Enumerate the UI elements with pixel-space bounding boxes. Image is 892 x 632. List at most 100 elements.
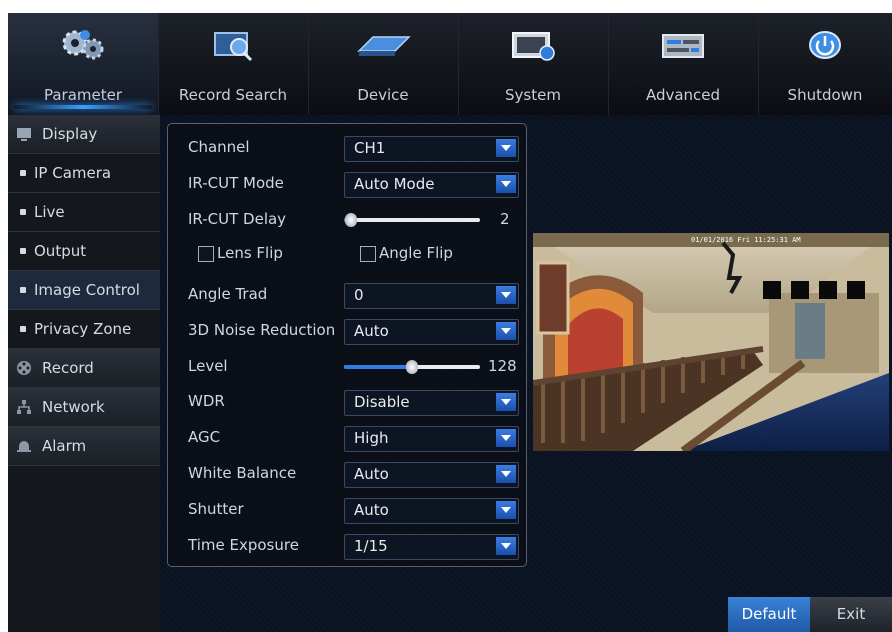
- sidebar-item-output[interactable]: Output: [8, 232, 160, 271]
- sidebar-item-label: Display: [42, 125, 98, 143]
- monitor-icon: [17, 128, 31, 141]
- chevron-down-icon: [496, 393, 516, 411]
- ircut-mode-value: Auto Mode: [354, 175, 435, 193]
- sidebar-item-label: Output: [34, 242, 87, 260]
- active-tab-indicator: [14, 105, 152, 109]
- sidebar-item-privacy-zone[interactable]: Privacy Zone: [8, 310, 160, 349]
- sidebar-item-label: Network: [42, 398, 105, 416]
- power-icon: [809, 31, 841, 59]
- angle-trad-value: 0: [354, 286, 364, 304]
- chevron-down-icon: [496, 322, 516, 340]
- film-reel-icon: [17, 361, 31, 375]
- shutter-value: Auto: [354, 501, 389, 519]
- agc-select[interactable]: High: [344, 426, 519, 452]
- sidebar: Display IP Camera Live Output Image Cont…: [8, 115, 160, 632]
- main-content: Channel CH1 IR-CUT Mode Auto Mode IR-CUT…: [160, 115, 892, 632]
- white-balance-value: Auto: [354, 465, 389, 483]
- network-icon: [17, 400, 31, 414]
- gears-icon: [62, 30, 104, 60]
- angle-flip-label: Angle Flip: [379, 244, 453, 262]
- bullet-icon: [20, 287, 26, 293]
- channel-label: Channel: [188, 138, 250, 156]
- ircut-delay-slider[interactable]: [344, 213, 480, 227]
- time-exposure-select[interactable]: 1/15: [344, 534, 519, 560]
- lens-flip-checkbox[interactable]: [198, 246, 214, 262]
- level-label: Level: [188, 357, 228, 375]
- exit-button[interactable]: Exit: [810, 597, 892, 632]
- image-control-panel: Channel CH1 IR-CUT Mode Auto Mode IR-CUT…: [167, 123, 527, 567]
- slider-fill: [344, 365, 412, 369]
- tab-shutdown[interactable]: Shutdown: [758, 13, 892, 115]
- angle-trad-select[interactable]: 0: [344, 283, 519, 309]
- chevron-down-icon: [496, 139, 516, 157]
- tab-label: Advanced: [645, 86, 721, 104]
- tab-label: Parameter: [43, 86, 123, 104]
- wdr-select[interactable]: Disable: [344, 390, 519, 416]
- sidebar-item-display[interactable]: Display: [8, 115, 160, 154]
- lens-flip-label: Lens Flip: [217, 244, 283, 262]
- bullet-icon: [20, 170, 26, 176]
- default-button[interactable]: Default: [728, 597, 810, 632]
- chevron-down-icon: [496, 465, 516, 483]
- ircut-mode-label: IR-CUT Mode: [188, 174, 284, 192]
- wdr-label: WDR: [188, 392, 225, 410]
- tab-label: Shutdown: [787, 86, 863, 104]
- advanced-icon: [662, 34, 704, 58]
- top-menu-bar: Parameter Record Search Device System Ad…: [8, 13, 892, 116]
- channel-select[interactable]: CH1: [344, 136, 519, 162]
- noise-reduction-value: Auto: [354, 322, 389, 340]
- sidebar-item-label: Record: [42, 359, 94, 377]
- tab-label: Device: [357, 86, 409, 104]
- chevron-down-icon: [496, 286, 516, 304]
- level-slider[interactable]: [344, 360, 480, 374]
- sidebar-item-label: IP Camera: [34, 164, 112, 182]
- alarm-icon: [17, 441, 31, 452]
- white-balance-label: White Balance: [188, 464, 297, 482]
- agc-label: AGC: [188, 428, 221, 446]
- sidebar-item-network[interactable]: Network: [8, 388, 160, 427]
- chevron-down-icon: [496, 429, 516, 447]
- sidebar-item-label: Privacy Zone: [34, 320, 132, 338]
- tab-parameter[interactable]: Parameter: [8, 13, 159, 115]
- sidebar-item-live[interactable]: Live: [8, 193, 160, 232]
- white-balance-select[interactable]: Auto: [344, 462, 519, 488]
- sidebar-item-label: Alarm: [42, 437, 87, 455]
- sidebar-item-ip-camera[interactable]: IP Camera: [8, 154, 160, 193]
- time-exposure-value: 1/15: [354, 537, 388, 555]
- chevron-down-icon: [496, 501, 516, 519]
- noise-reduction-select[interactable]: Auto: [344, 319, 519, 345]
- noise-reduction-label: 3D Noise Reduction: [188, 321, 336, 339]
- time-exposure-label: Time Exposure: [188, 536, 299, 554]
- slider-handle[interactable]: [344, 213, 357, 227]
- sidebar-item-image-control[interactable]: Image Control: [8, 271, 160, 310]
- dvr-screen: Parameter Record Search Device System Ad…: [8, 13, 892, 632]
- sidebar-item-label: Live: [34, 203, 65, 221]
- system-info-icon: [512, 32, 555, 61]
- tab-system[interactable]: System: [458, 13, 609, 115]
- chevron-down-icon: [496, 537, 516, 555]
- tab-record-search[interactable]: Record Search: [158, 13, 309, 115]
- tab-label: System: [505, 86, 561, 104]
- sidebar-item-record[interactable]: Record: [8, 349, 160, 388]
- chevron-down-icon: [496, 175, 516, 193]
- tab-advanced[interactable]: Advanced: [608, 13, 759, 115]
- tab-device[interactable]: Device: [308, 13, 459, 115]
- angle-flip-checkbox[interactable]: [360, 246, 376, 262]
- sidebar-item-alarm[interactable]: Alarm: [8, 427, 160, 466]
- sidebar-item-label: Image Control: [34, 281, 140, 299]
- shutter-select[interactable]: Auto: [344, 498, 519, 524]
- level-value: 128: [488, 357, 517, 375]
- record-search-icon: [214, 32, 253, 62]
- ircut-delay-label: IR-CUT Delay: [188, 210, 287, 228]
- bullet-icon: [20, 248, 26, 254]
- shutter-label: Shutter: [188, 500, 244, 518]
- preview-timestamp: 01/01/2016 Fri 11:25:31 AM: [691, 236, 801, 244]
- angle-trad-label: Angle Trad: [188, 285, 268, 303]
- preview-image: 01/01/2016 Fri 11:25:31 AM: [533, 233, 889, 451]
- hard-drive-icon: [357, 36, 411, 56]
- agc-value: High: [354, 429, 389, 447]
- wdr-value: Disable: [354, 393, 410, 411]
- slider-handle[interactable]: [406, 360, 418, 374]
- ircut-mode-select[interactable]: Auto Mode: [344, 172, 519, 198]
- tab-label: Record Search: [178, 86, 288, 104]
